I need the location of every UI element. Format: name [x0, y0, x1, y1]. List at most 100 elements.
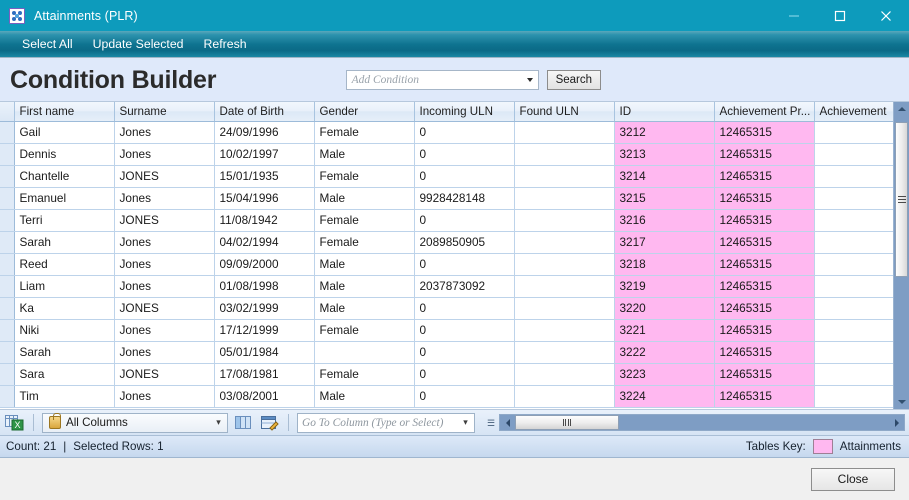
- horizontal-scroll-thumb[interactable]: [515, 415, 619, 430]
- table-cell[interactable]: 3223: [614, 363, 715, 386]
- chevron-down-icon[interactable]: [523, 71, 538, 89]
- table-cell[interactable]: 0: [414, 363, 515, 386]
- menu-item-update-selected[interactable]: Update Selected: [83, 31, 194, 57]
- vertical-scrollbar[interactable]: [893, 102, 909, 409]
- table-cell[interactable]: 15/01/1935: [214, 165, 315, 188]
- table-cell[interactable]: [514, 319, 615, 342]
- column-header-date-of-birth[interactable]: Date of Birth: [214, 102, 315, 122]
- table-cell[interactable]: 12465315: [714, 253, 815, 276]
- table-cell[interactable]: 01/08/1998: [214, 275, 315, 298]
- table-cell[interactable]: 12465315: [714, 363, 815, 386]
- table-cell[interactable]: 05/01/1984: [214, 341, 315, 364]
- table-cell[interactable]: [514, 297, 615, 320]
- table-cell[interactable]: 3222: [614, 341, 715, 364]
- table-cell[interactable]: [514, 385, 615, 408]
- row-selector-cell[interactable]: [0, 121, 15, 144]
- table-row[interactable]: Sarah Jones 04/02/1994 Female 2089850905 3217…: [0, 231, 893, 254]
- table-cell[interactable]: JONES: [114, 297, 215, 320]
- table-cell[interactable]: Jones: [114, 385, 215, 408]
- table-cell[interactable]: 17/12/1999: [214, 319, 315, 342]
- table-cell[interactable]: [814, 341, 893, 364]
- table-cell[interactable]: 3216: [614, 209, 715, 232]
- table-cell[interactable]: Jones: [114, 121, 215, 144]
- scroll-left-button[interactable]: [500, 415, 515, 430]
- table-row[interactable]: Sara JONES 17/08/1981 Female 0 3223 12465315: [0, 363, 893, 386]
- table-cell[interactable]: [814, 253, 893, 276]
- table-cell[interactable]: [514, 209, 615, 232]
- table-cell[interactable]: Female: [314, 231, 415, 254]
- close-button[interactable]: [863, 0, 909, 31]
- table-cell[interactable]: 0: [414, 385, 515, 408]
- table-row[interactable]: Niki Jones 17/12/1999 Female 0 3221 12465315: [0, 319, 893, 342]
- table-cell[interactable]: Jones: [114, 319, 215, 342]
- table-cell[interactable]: [814, 275, 893, 298]
- export-to-excel-icon[interactable]: X: [4, 413, 25, 433]
- table-cell[interactable]: [514, 165, 615, 188]
- table-cell[interactable]: [814, 121, 893, 144]
- table-cell[interactable]: 12465315: [714, 209, 815, 232]
- table-cell[interactable]: Male: [314, 297, 415, 320]
- table-cell[interactable]: 3218: [614, 253, 715, 276]
- table-cell[interactable]: Dennis: [14, 143, 115, 166]
- table-cell[interactable]: [314, 341, 415, 364]
- table-cell[interactable]: 2089850905: [414, 231, 515, 254]
- split-handle-icon[interactable]: ☰: [486, 418, 496, 427]
- scroll-down-button[interactable]: [894, 395, 909, 409]
- table-cell[interactable]: 17/08/1981: [214, 363, 315, 386]
- table-cell[interactable]: 11/08/1942: [214, 209, 315, 232]
- table-cell[interactable]: 3214: [614, 165, 715, 188]
- table-cell[interactable]: 12465315: [714, 385, 815, 408]
- edit-layout-icon[interactable]: [259, 413, 280, 433]
- table-cell[interactable]: Emanuel: [14, 187, 115, 210]
- table-cell[interactable]: 0: [414, 297, 515, 320]
- table-cell[interactable]: 0: [414, 143, 515, 166]
- table-cell[interactable]: Male: [314, 143, 415, 166]
- table-cell[interactable]: [814, 231, 893, 254]
- column-header-incoming-uln[interactable]: Incoming ULN: [414, 102, 515, 122]
- table-cell[interactable]: [514, 253, 615, 276]
- table-cell[interactable]: Male: [314, 385, 415, 408]
- scroll-right-button[interactable]: [889, 415, 904, 430]
- menu-item-refresh[interactable]: Refresh: [194, 31, 257, 57]
- row-selector-cell[interactable]: [0, 165, 15, 188]
- column-header-achievement[interactable]: Achievement: [814, 102, 893, 122]
- row-selector-cell[interactable]: [0, 319, 15, 342]
- table-cell[interactable]: [814, 319, 893, 342]
- table-cell[interactable]: [514, 143, 615, 166]
- table-cell[interactable]: [514, 275, 615, 298]
- table-cell[interactable]: [514, 121, 615, 144]
- table-cell[interactable]: Male: [314, 275, 415, 298]
- table-cell[interactable]: JONES: [114, 165, 215, 188]
- table-cell[interactable]: 3224: [614, 385, 715, 408]
- table-cell[interactable]: Tim: [14, 385, 115, 408]
- table-cell[interactable]: Jones: [114, 253, 215, 276]
- table-cell[interactable]: 3217: [614, 231, 715, 254]
- table-cell[interactable]: Male: [314, 187, 415, 210]
- table-cell[interactable]: Sara: [14, 363, 115, 386]
- table-cell[interactable]: 12465315: [714, 275, 815, 298]
- table-cell[interactable]: 09/09/2000: [214, 253, 315, 276]
- table-cell[interactable]: [814, 385, 893, 408]
- table-cell[interactable]: 10/02/1997: [214, 143, 315, 166]
- scroll-up-button[interactable]: [894, 102, 909, 116]
- table-cell[interactable]: 0: [414, 341, 515, 364]
- row-selector-cell[interactable]: [0, 253, 15, 276]
- row-selector-cell[interactable]: [0, 187, 15, 210]
- add-condition-combobox[interactable]: Add Condition: [345, 69, 539, 90]
- table-cell[interactable]: 12465315: [714, 297, 815, 320]
- table-cell[interactable]: 12465315: [714, 231, 815, 254]
- copy-layout-icon[interactable]: [233, 413, 254, 433]
- table-cell[interactable]: 12465315: [714, 165, 815, 188]
- table-row[interactable]: Tim Jones 03/08/2001 Male 0 3224 12465315: [0, 385, 893, 408]
- table-cell[interactable]: [514, 363, 615, 386]
- table-cell[interactable]: Ka: [14, 297, 115, 320]
- table-row[interactable]: Emanuel Jones 15/04/1996 Male 9928428148 3215…: [0, 187, 893, 210]
- menu-item-select-all[interactable]: Select All: [12, 31, 83, 57]
- table-row[interactable]: Gail Jones 24/09/1996 Female 0 3212 12465315: [0, 121, 893, 144]
- table-row[interactable]: Liam Jones 01/08/1998 Male 2037873092 3219 124…: [0, 275, 893, 298]
- row-selector-cell[interactable]: [0, 363, 15, 386]
- table-cell[interactable]: 3213: [614, 143, 715, 166]
- column-header-first-name[interactable]: First name: [14, 102, 115, 122]
- row-selector-cell[interactable]: [0, 143, 15, 166]
- table-cell[interactable]: 15/04/1996: [214, 187, 315, 210]
